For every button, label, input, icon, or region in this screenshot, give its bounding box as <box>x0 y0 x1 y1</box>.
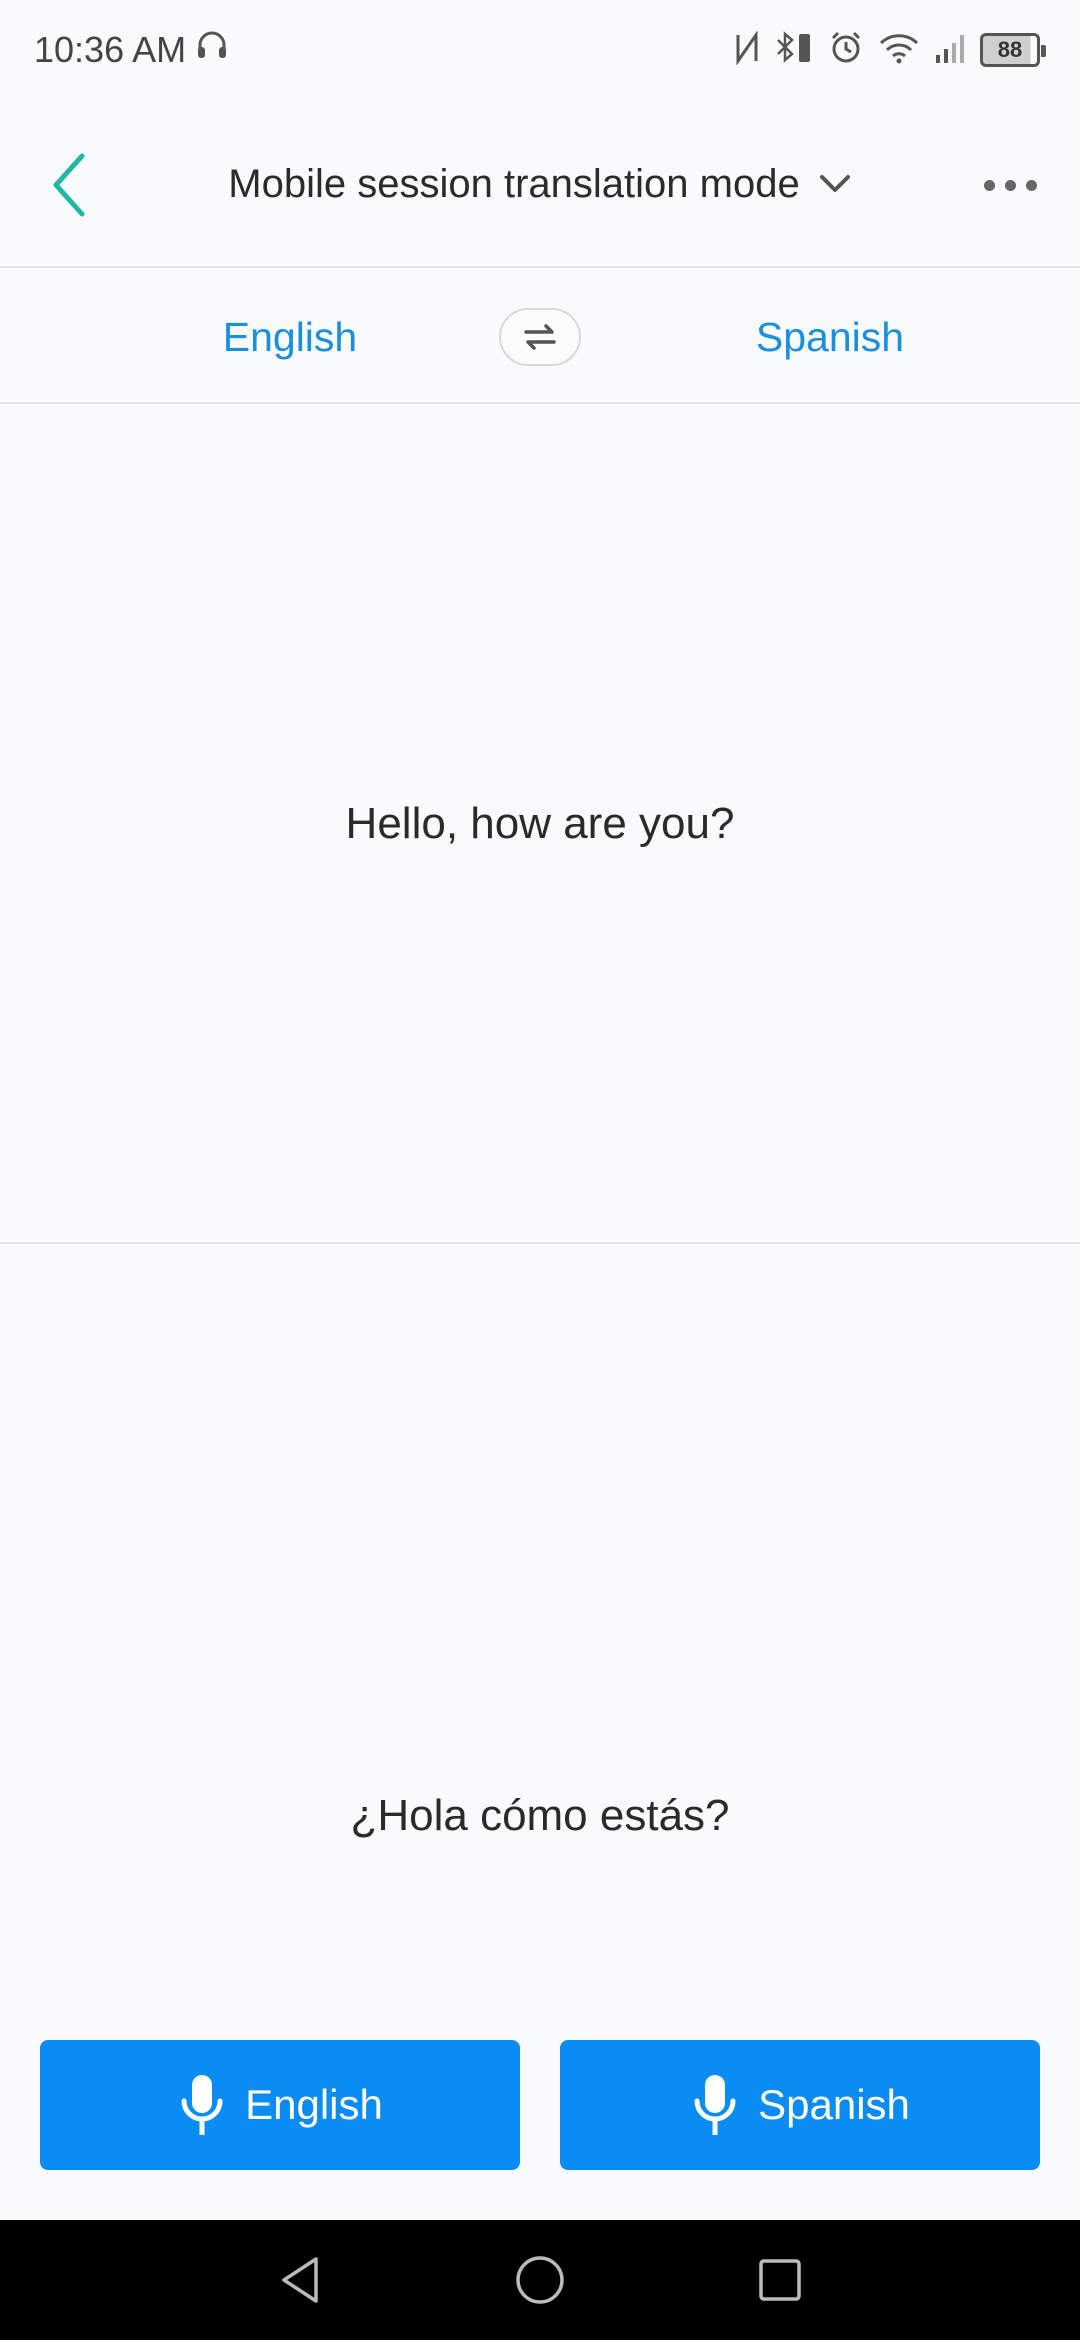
language-selector-row: English Spanish <box>0 270 1080 404</box>
speak-spanish-label: Spanish <box>758 2081 910 2128</box>
more-dot <box>1025 179 1037 191</box>
translated-text: ¿Hola cómo estás? <box>350 1791 730 1840</box>
status-bar: 10:36 AM 88 <box>0 0 1080 100</box>
translated-text-panel: ¿Hola cómo estás? <box>0 1246 1080 2066</box>
square-recents-icon <box>759 2259 801 2301</box>
source-language-button[interactable]: English <box>140 270 440 404</box>
status-time: 10:36 AM <box>34 29 187 70</box>
nav-home-button[interactable] <box>495 2235 585 2325</box>
chevron-down-icon <box>819 175 850 192</box>
swap-languages-button[interactable] <box>499 308 581 366</box>
microphone-icon <box>694 2075 736 2135</box>
speak-english-label: English <box>245 2081 383 2128</box>
more-horizontal-icon <box>983 179 995 191</box>
source-text-panel: Hello, how are you? <box>0 404 1080 1244</box>
app-header: Mobile session translation mode <box>0 100 1080 268</box>
microphone-icon <box>181 2075 223 2135</box>
system-nav-bar <box>0 2220 1080 2340</box>
signal-icon <box>934 31 966 70</box>
more-dot <box>1004 179 1016 191</box>
battery-icon: 88 <box>980 33 1046 67</box>
status-bar-left: 10:36 AM <box>34 28 230 73</box>
nav-recents-button[interactable] <box>735 2235 825 2325</box>
back-button[interactable] <box>28 140 108 230</box>
translation-screen: 10:36 AM 88 Mobile session translation m… <box>0 0 1080 2340</box>
source-text: Hello, how are you? <box>345 799 735 848</box>
wifi-icon <box>878 31 920 70</box>
swap-arrows-icon <box>524 324 556 350</box>
speak-english-button[interactable]: English <box>40 2040 520 2170</box>
speak-spanish-button[interactable]: Spanish <box>560 2040 1040 2170</box>
target-language-button[interactable]: Spanish <box>680 270 980 404</box>
page-title: Mobile session translation mode <box>228 161 800 206</box>
bluetooth-icon <box>774 30 814 71</box>
circle-home-icon <box>516 2256 564 2304</box>
headset-icon <box>194 28 230 73</box>
status-bar-right: 88 <box>734 29 1046 71</box>
chevron-left-icon <box>53 153 85 217</box>
more-options-button[interactable] <box>970 150 1050 220</box>
alarm-icon <box>828 30 864 71</box>
triangle-back-icon <box>282 2257 318 2303</box>
mode-selector[interactable]: Mobile session translation mode <box>180 100 900 268</box>
nav-back-button[interactable] <box>255 2235 345 2325</box>
nfc-icon <box>734 29 760 70</box>
